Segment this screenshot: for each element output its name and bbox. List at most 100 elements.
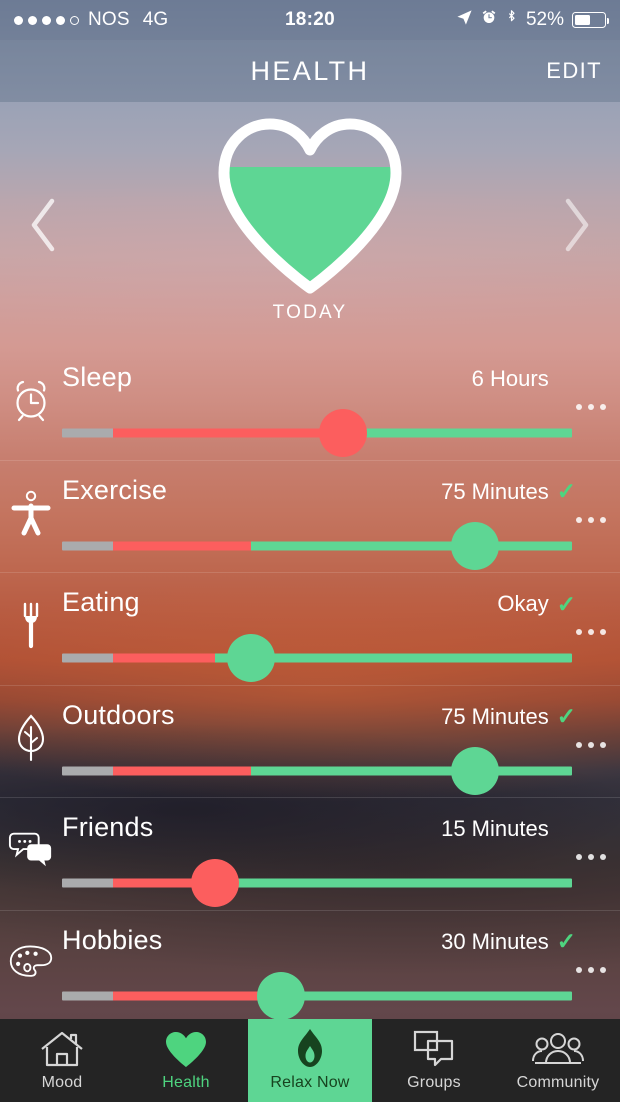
slider-segment-green bbox=[250, 766, 572, 775]
activity-value-text: 30 Minutes bbox=[441, 928, 549, 954]
slider-segment-green bbox=[250, 541, 572, 550]
activity-value-text: Okay bbox=[497, 591, 549, 616]
alarm-clock-icon bbox=[8, 374, 54, 426]
row-options-button[interactable] bbox=[576, 516, 606, 523]
community-icon bbox=[531, 1029, 585, 1069]
leaf-icon bbox=[8, 712, 54, 764]
activity-value: 75 Minutes ✓ bbox=[441, 704, 576, 730]
flame-icon bbox=[293, 1029, 327, 1069]
row-options-button[interactable] bbox=[576, 854, 606, 860]
activity-row-sleep[interactable]: Sleep 6 Hours ✓ bbox=[0, 348, 620, 461]
goal-met-check-icon: ✓ bbox=[556, 928, 576, 954]
activity-label: Exercise bbox=[62, 474, 168, 505]
slider-thumb[interactable] bbox=[451, 521, 500, 570]
tab-label: Groups bbox=[407, 1074, 461, 1091]
phone-screen: NOS 4G 18:20 52% HEALTH EDIT TODAY Sleep… bbox=[0, 0, 620, 1102]
tab-label: Mood bbox=[41, 1074, 83, 1091]
slider-track bbox=[62, 428, 572, 438]
previous-day-button[interactable] bbox=[26, 195, 62, 255]
activity-row-friends[interactable]: Friends 15 Minutes ✓ bbox=[0, 798, 620, 911]
slider-thumb[interactable] bbox=[318, 409, 367, 457]
activity-label: Hobbies bbox=[62, 924, 163, 955]
slider-thumb[interactable] bbox=[257, 971, 306, 1020]
status-bar: NOS 4G 18:20 52% bbox=[0, 0, 620, 40]
tab-groups[interactable]: Groups bbox=[372, 1019, 496, 1102]
heart-icon bbox=[164, 1029, 208, 1069]
location-arrow-icon bbox=[456, 9, 473, 32]
alarm-icon bbox=[481, 9, 497, 31]
activity-value: 15 Minutes ✓ bbox=[441, 816, 576, 842]
day-summary-hero: TODAY bbox=[0, 102, 620, 348]
carrier-label: NOS bbox=[88, 9, 130, 30]
activity-row-exercise[interactable]: Exercise 75 Minutes ✓ bbox=[0, 461, 620, 573]
heart-score-indicator[interactable] bbox=[210, 110, 410, 300]
goal-met-check-icon: ✓ bbox=[556, 703, 576, 729]
battery-percent-label: 52% bbox=[525, 9, 564, 30]
speech-bubbles-icon bbox=[8, 824, 54, 876]
tab-mood[interactable]: Mood bbox=[0, 1019, 124, 1102]
activity-label: Eating bbox=[62, 587, 140, 617]
signal-strength-dots bbox=[14, 15, 79, 25]
activity-value: Okay ✓ bbox=[497, 591, 576, 617]
house-icon bbox=[38, 1029, 86, 1069]
activity-slider[interactable] bbox=[62, 971, 572, 1020]
bluetooth-icon bbox=[505, 9, 518, 32]
slider-segment-gray bbox=[62, 653, 113, 663]
status-bar-right: 52% bbox=[456, 9, 609, 32]
tab-health[interactable]: Health bbox=[124, 1019, 248, 1102]
tab-relax-now[interactable]: Relax Now bbox=[248, 1019, 372, 1102]
activity-value-text: 15 Minutes bbox=[441, 816, 549, 841]
tab-bar: Mood Health Relax Now Groups Community bbox=[0, 1019, 620, 1102]
slider-thumb[interactable] bbox=[191, 859, 239, 907]
activity-value-text: 75 Minutes bbox=[441, 478, 549, 504]
activity-row-hobbies[interactable]: Hobbies 30 Minutes ✓ bbox=[0, 911, 620, 1024]
tab-label: Community bbox=[516, 1074, 600, 1091]
slider-segment-gray bbox=[62, 766, 113, 775]
navigation-bar: HEALTH EDIT bbox=[0, 40, 620, 102]
person-icon bbox=[8, 487, 54, 539]
activity-label: Outdoors bbox=[62, 699, 175, 730]
slider-segment-red bbox=[113, 428, 343, 438]
goal-met-check-icon: ✓ bbox=[556, 590, 576, 617]
status-bar-left: NOS 4G bbox=[14, 9, 168, 31]
network-type-label: 4G bbox=[142, 9, 169, 30]
activity-row-outdoors[interactable]: Outdoors 75 Minutes ✓ bbox=[0, 686, 620, 798]
slider-segment-gray bbox=[62, 541, 113, 550]
tab-community[interactable]: Community bbox=[496, 1019, 620, 1102]
row-options-button[interactable] bbox=[576, 629, 606, 635]
slider-segment-red bbox=[113, 766, 251, 775]
slider-segment-red bbox=[113, 991, 282, 1000]
row-options-button[interactable] bbox=[576, 966, 606, 973]
tab-label: Health bbox=[162, 1074, 210, 1091]
activity-label: Sleep bbox=[62, 362, 133, 392]
activity-value: 75 Minutes ✓ bbox=[441, 479, 576, 505]
day-label: TODAY bbox=[272, 302, 348, 323]
activity-slider[interactable] bbox=[62, 521, 572, 570]
slider-track bbox=[62, 653, 572, 663]
goal-met-check-icon: ✓ bbox=[556, 478, 576, 504]
heart-fill-level bbox=[224, 167, 396, 288]
slider-thumb[interactable] bbox=[226, 634, 275, 682]
activity-slider[interactable] bbox=[62, 746, 572, 795]
slider-thumb[interactable] bbox=[451, 746, 500, 795]
slider-segment-red bbox=[113, 541, 251, 550]
slider-segment-green bbox=[215, 878, 572, 888]
activity-value: 6 Hours ✓ bbox=[472, 366, 576, 392]
slider-track bbox=[62, 991, 572, 1000]
slider-segment-gray bbox=[62, 428, 113, 438]
activity-value-text: 75 Minutes bbox=[441, 703, 549, 729]
slider-segment-gray bbox=[62, 991, 113, 1000]
activity-slider[interactable] bbox=[62, 409, 572, 457]
page-title: HEALTH bbox=[250, 55, 370, 86]
activity-value: 30 Minutes ✓ bbox=[441, 929, 576, 955]
activity-value-text: 6 Hours bbox=[471, 366, 549, 391]
battery-icon bbox=[572, 12, 609, 28]
row-options-button[interactable] bbox=[576, 404, 606, 410]
activity-slider[interactable] bbox=[62, 859, 572, 907]
row-options-button[interactable] bbox=[576, 741, 606, 748]
activity-row-eating[interactable]: Eating Okay ✓ bbox=[0, 573, 620, 686]
slider-segment-green bbox=[342, 428, 572, 438]
edit-button[interactable]: EDIT bbox=[546, 58, 602, 84]
activity-slider[interactable] bbox=[62, 634, 572, 682]
next-day-button[interactable] bbox=[558, 195, 594, 255]
